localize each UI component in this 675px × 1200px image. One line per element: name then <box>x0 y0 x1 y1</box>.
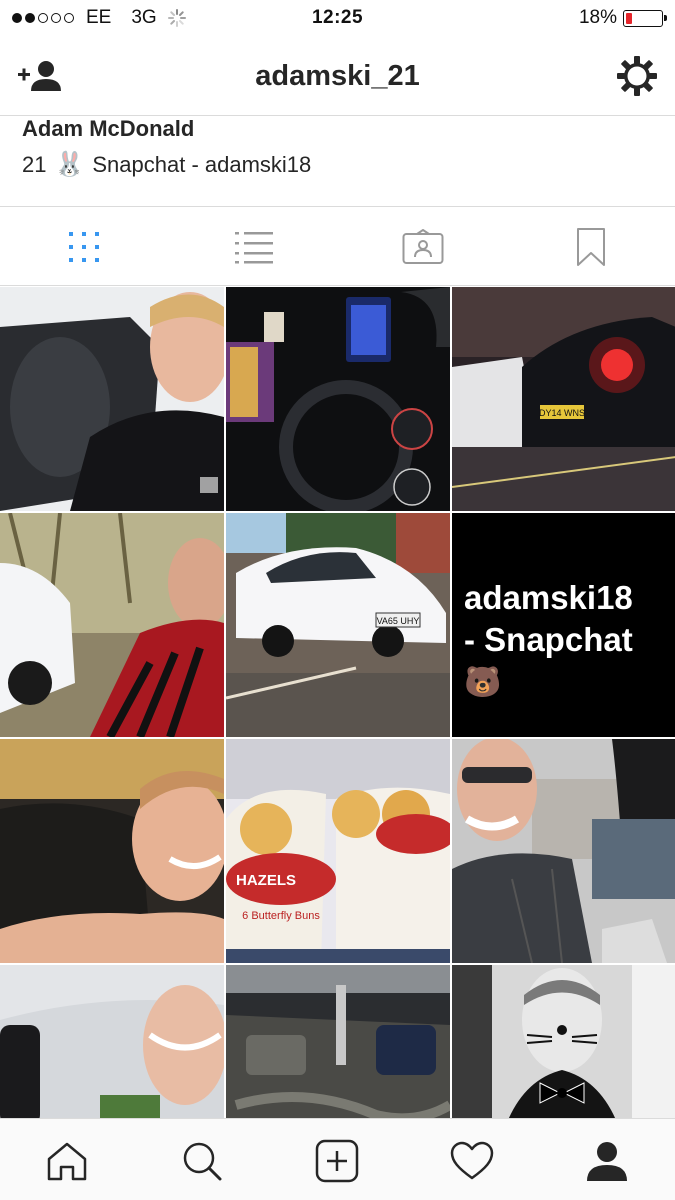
battery-icon <box>623 9 667 27</box>
battery-percent: 18% <box>578 7 617 28</box>
grid-post-8[interactable]: HAZELS 6 Butterfly Buns <box>226 739 450 963</box>
tab-saved[interactable] <box>567 223 615 271</box>
heart-icon <box>450 1141 494 1180</box>
battery-level <box>626 12 632 24</box>
grid-post-5[interactable]: VA65 UHY <box>226 513 450 737</box>
grid-post-6[interactable]: adamski18 - Snapchat 🐻 <box>452 513 675 737</box>
bookmark-icon <box>577 228 605 266</box>
nav-header: adamski_21 <box>0 38 675 116</box>
bottom-tab-bar <box>0 1118 675 1200</box>
post-photo-white-car: VA65 UHY <box>226 513 450 737</box>
rear-number-plate: DY14 WNS <box>539 408 585 418</box>
bio-age: 21 <box>22 151 47 177</box>
grid-post-12[interactable] <box>452 965 675 1119</box>
snapchat-promo-line1: adamski18 <box>464 579 633 616</box>
profile-view-tabs <box>0 206 675 286</box>
tab-grid-view[interactable] <box>60 223 108 271</box>
post-photo-car-interior-selfie <box>0 965 224 1119</box>
tab-search[interactable] <box>178 1137 226 1185</box>
post-photo-cat-face-paint <box>452 965 675 1119</box>
grid-post-4[interactable] <box>0 513 224 737</box>
bio-snapchat-text: Snapchat - adamski18 <box>92 151 312 177</box>
tab-profile[interactable] <box>583 1137 631 1185</box>
grid-post-1[interactable] <box>0 287 224 511</box>
clock: 12:25 <box>311 7 364 28</box>
bun-product-label: 6 Butterfly Buns <box>242 910 320 922</box>
post-photo-smiling-selfie <box>0 739 224 963</box>
photo-grid: DY14 WNS VA65 UHY adamski18 - Snapchat 🐻… <box>0 287 675 1119</box>
search-icon <box>183 1142 222 1181</box>
grid-icon <box>69 232 99 262</box>
rabbit-emoji-icon: 🐰 <box>54 151 85 178</box>
post-photo-dashboard <box>226 287 450 511</box>
gear-icon <box>617 56 657 96</box>
post-photo-scarf-selfie <box>0 513 224 737</box>
grid-post-3[interactable]: DY14 WNS <box>452 287 675 511</box>
tab-tagged-photos[interactable] <box>399 223 447 271</box>
profile-icon <box>587 1142 627 1181</box>
post-photo-car-selfie-sunglasses <box>452 739 675 963</box>
post-photo-selfie-pillow <box>0 287 224 511</box>
grid-post-2[interactable] <box>226 287 450 511</box>
list-icon <box>235 232 273 264</box>
tab-activity[interactable] <box>448 1137 496 1185</box>
settings-button[interactable] <box>615 54 659 98</box>
grid-post-11[interactable] <box>226 965 450 1119</box>
add-post-icon <box>315 1139 359 1183</box>
post-photo-engine-bay <box>226 965 450 1119</box>
front-number-plate: VA65 UHY <box>377 616 420 626</box>
status-right: 18% <box>578 7 667 29</box>
status-bar: EE 3G 12:25 18% <box>0 0 675 38</box>
post-photo-butterfly-buns: HAZELS 6 Butterfly Buns <box>226 739 450 963</box>
home-icon <box>47 1142 87 1181</box>
snapchat-promo-line2: - Snapchat <box>464 621 633 658</box>
grid-post-9[interactable] <box>452 739 675 963</box>
bun-brand-label: HAZELS <box>236 872 296 889</box>
profile-bio: 21 🐰 Snapchat - adamski18 <box>22 150 311 179</box>
profile-full-name: Adam McDonald <box>22 116 195 141</box>
tagged-photos-icon <box>402 229 444 264</box>
profile-info: Adam McDonald 21 🐰 Snapchat - adamski18 <box>0 116 675 206</box>
tab-home[interactable] <box>43 1137 91 1185</box>
grid-post-10[interactable] <box>0 965 224 1119</box>
post-photo-car-night: DY14 WNS <box>452 287 675 511</box>
tab-list-view[interactable] <box>230 223 278 271</box>
tab-new-post[interactable] <box>313 1137 361 1185</box>
bear-emoji-icon: 🐻 <box>464 666 502 699</box>
grid-post-7[interactable] <box>0 739 224 963</box>
profile-username: adamski_21 <box>255 60 420 92</box>
